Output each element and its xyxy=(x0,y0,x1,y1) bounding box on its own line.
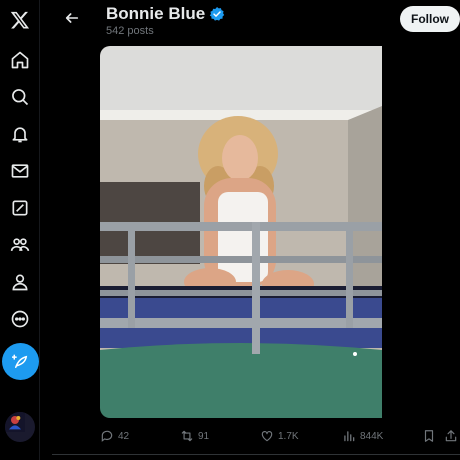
repost-button[interactable]: 91 xyxy=(180,424,209,448)
follow-button[interactable]: Follow xyxy=(400,6,460,32)
heart-icon xyxy=(261,431,273,442)
account-avatar[interactable] xyxy=(5,412,35,442)
profile-name[interactable]: Bonnie Blue xyxy=(106,4,205,24)
post-media-photo[interactable] xyxy=(100,46,458,418)
bookmark-icon xyxy=(424,430,434,442)
messages-icon[interactable] xyxy=(0,153,40,189)
reply-count: 42 xyxy=(118,430,130,442)
home-icon[interactable] xyxy=(0,42,40,78)
like-count: 1.7K xyxy=(278,430,299,442)
post-count: 542 posts xyxy=(106,25,154,37)
x-logo-icon[interactable] xyxy=(0,2,40,38)
post-actions-bar: 42 91 1.7K 844K xyxy=(52,424,460,448)
share-icon xyxy=(445,430,457,442)
profile-icon[interactable] xyxy=(0,264,40,300)
profile-header: Bonnie Blue 542 posts Follow xyxy=(52,0,460,44)
share-button[interactable] xyxy=(444,424,458,448)
side-nav xyxy=(0,0,40,460)
notifications-icon[interactable] xyxy=(0,116,40,152)
more-icon[interactable] xyxy=(0,301,40,337)
like-button[interactable]: 1.7K xyxy=(260,424,299,448)
explore-icon[interactable] xyxy=(0,79,40,115)
grok-icon[interactable] xyxy=(0,190,40,226)
compose-post-button[interactable] xyxy=(2,343,39,380)
back-arrow-icon[interactable] xyxy=(58,4,86,32)
reply-button[interactable]: 42 xyxy=(100,424,129,448)
verified-badge-icon xyxy=(209,7,225,21)
bookmark-button[interactable] xyxy=(422,424,436,448)
analytics-icon xyxy=(344,431,355,442)
communities-icon[interactable] xyxy=(0,227,40,263)
profile-name-row[interactable]: Bonnie Blue xyxy=(106,4,225,24)
repost-icon xyxy=(181,430,193,442)
views-button[interactable]: 844K xyxy=(342,424,383,448)
repost-count: 91 xyxy=(198,430,210,442)
divider xyxy=(52,454,460,455)
reply-icon xyxy=(101,430,113,442)
view-count: 844K xyxy=(360,430,384,442)
